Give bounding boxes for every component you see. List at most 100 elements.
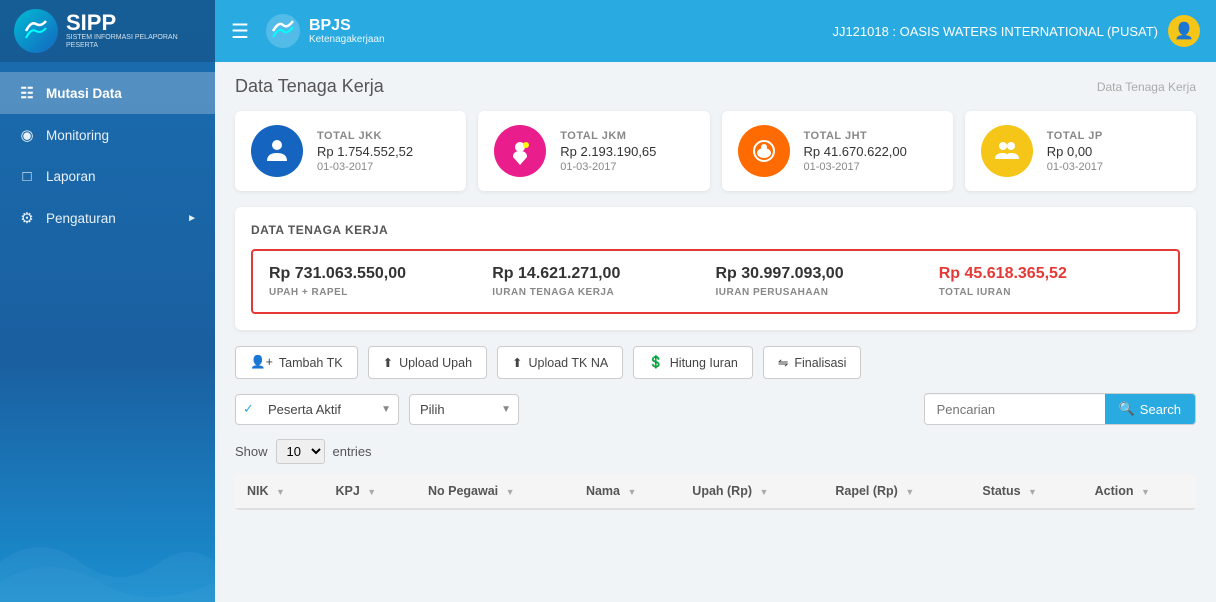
sidebar-item-label-pengaturan: Pengaturan [46, 211, 116, 226]
card-jkm: TOTAL JKM Rp 2.193.190,65 01-03-2017 [478, 111, 709, 191]
chevron-right-icon: ► [187, 213, 197, 224]
entries-select[interactable]: 10 25 50 [276, 439, 325, 464]
jkk-value: Rp 1.754.552,52 [317, 144, 413, 159]
show-entries: Show 10 25 50 entries [235, 439, 1196, 464]
sidebar-decoration [0, 482, 215, 602]
sort-icon-nama[interactable]: ▼ [627, 487, 636, 497]
bpjs-sub-label: Ketenagakerjaan [309, 34, 385, 45]
filter-row: ✓ Peserta Aktif Peserta Non-Aktif ▼ Pili… [235, 393, 1196, 425]
jht-value: Rp 41.670.622,00 [804, 144, 907, 159]
entries-label: entries [333, 444, 372, 459]
pilih-select[interactable]: Pilih Option 1 [409, 394, 519, 425]
dtk-value-upah: Rp 731.063.550,00 [269, 265, 492, 283]
content-area: Data Tenaga Kerja Data Tenaga Kerja TOTA… [215, 62, 1216, 602]
bpjs-main-label: BPJS [309, 17, 385, 35]
mutasi-data-icon: ☷ [18, 84, 36, 102]
sidebar-item-laporan[interactable]: □ Laporan [0, 156, 215, 197]
jkk-info: TOTAL JKK Rp 1.754.552,52 01-03-2017 [317, 130, 413, 173]
jkm-info: TOTAL JKM Rp 2.193.190,65 01-03-2017 [560, 130, 656, 173]
status-select-wrapper: ✓ Peserta Aktif Peserta Non-Aktif ▼ [235, 394, 399, 425]
hamburger-icon[interactable]: ☰ [231, 19, 249, 44]
jkm-icon [494, 125, 546, 177]
avatar[interactable]: 👤 [1168, 15, 1200, 47]
sort-icon-upah[interactable]: ▼ [760, 487, 769, 497]
table-header-row: NIK ▼ KPJ ▼ No Pegawai ▼ Nama [235, 474, 1196, 509]
logo-subtitle: SISTEM INFORMASI PELAPORAN PESERTA [66, 34, 201, 51]
sidebar-item-pengaturan[interactable]: ⚙ Pengaturan ► [0, 197, 215, 239]
show-label: Show [235, 444, 268, 459]
dtk-value-total: Rp 45.618.365,52 [939, 265, 1162, 283]
jkk-icon [251, 125, 303, 177]
sort-icon-action[interactable]: ▼ [1141, 487, 1150, 497]
card-jkk: TOTAL JKK Rp 1.754.552,52 01-03-2017 [235, 111, 466, 191]
status-select[interactable]: Peserta Aktif Peserta Non-Aktif [235, 394, 399, 425]
sort-icon-no-pegawai[interactable]: ▼ [506, 487, 515, 497]
dtk-item-total: Rp 45.618.365,52 TOTAL IURAN [939, 265, 1162, 298]
dtk-item-iuran-tk: Rp 14.621.271,00 IURAN TENAGA KERJA [492, 265, 715, 298]
sidebar-item-monitoring[interactable]: ◉ Monitoring [0, 114, 215, 156]
dtk-label-total: TOTAL IURAN [939, 287, 1162, 298]
finalisasi-button[interactable]: ⇋ Finalisasi [763, 346, 862, 379]
jp-info: TOTAL JP Rp 0,00 01-03-2017 [1047, 130, 1103, 173]
sort-icon-status[interactable]: ▼ [1028, 487, 1037, 497]
col-nama: Nama ▼ [574, 474, 680, 509]
jkk-date: 01-03-2017 [317, 161, 413, 173]
data-table: NIK ▼ KPJ ▼ No Pegawai ▼ Nama [235, 474, 1196, 510]
col-nik: NIK ▼ [235, 474, 323, 509]
jkm-date: 01-03-2017 [560, 161, 656, 173]
finalisasi-icon: ⇋ [778, 355, 788, 370]
sidebar-logo: SIPP SISTEM INFORMASI PELAPORAN PESERTA [0, 0, 215, 62]
dtk-label-iuran-perusahaan: IURAN PERUSAHAAN [716, 287, 939, 298]
sidebar: SIPP SISTEM INFORMASI PELAPORAN PESERTA … [0, 0, 215, 602]
dtk-label-iuran-tk: IURAN TENAGA KERJA [492, 287, 715, 298]
jp-label: TOTAL JP [1047, 130, 1103, 142]
user-info-text: JJ121018 : OASIS WATERS INTERNATIONAL (P… [832, 24, 1158, 39]
jp-icon [981, 125, 1033, 177]
dtk-value-iuran-tk: Rp 14.621.271,00 [492, 265, 715, 283]
dtk-label-upah: UPAH + RAPEL [269, 287, 492, 298]
jht-label: TOTAL JHT [804, 130, 907, 142]
sidebar-item-label-laporan: Laporan [46, 169, 96, 184]
bpjs-logo-icon [265, 13, 301, 49]
search-icon: 🔍 [1119, 401, 1135, 417]
sort-icon-nik[interactable]: ▼ [276, 487, 285, 497]
upload-tk-na-button[interactable]: ⬆ Upload TK NA [497, 346, 623, 379]
page-header: Data Tenaga Kerja Data Tenaga Kerja [235, 76, 1196, 97]
jp-value: Rp 0,00 [1047, 144, 1103, 159]
bpjs-logo: BPJS Ketenagakerjaan [265, 13, 385, 49]
dtk-item-upah: Rp 731.063.550,00 UPAH + RAPEL [269, 265, 492, 298]
avatar-icon: 👤 [1174, 21, 1194, 41]
sort-icon-rapel[interactable]: ▼ [905, 487, 914, 497]
upload-upah-button[interactable]: ⬆ Upload Upah [368, 346, 487, 379]
jht-icon [738, 125, 790, 177]
search-button[interactable]: 🔍 Search [1105, 394, 1195, 424]
sidebar-item-label-monitoring: Monitoring [46, 128, 109, 143]
search-input[interactable] [925, 395, 1105, 424]
dtk-section-title: DATA TENAGA KERJA [251, 223, 1180, 237]
jkm-value: Rp 2.193.190,65 [560, 144, 656, 159]
dtk-item-iuran-perusahaan: Rp 30.997.093,00 IURAN PERUSAHAAN [716, 265, 939, 298]
top-bar-right: JJ121018 : OASIS WATERS INTERNATIONAL (P… [832, 15, 1200, 47]
hitung-iuran-button[interactable]: 💲 Hitung Iuran [633, 346, 753, 379]
logo-title: SIPP [66, 12, 201, 34]
dtk-summary: Rp 731.063.550,00 UPAH + RAPEL Rp 14.621… [251, 249, 1180, 314]
checkmark-icon: ✓ [243, 401, 254, 417]
col-kpj: KPJ ▼ [323, 474, 415, 509]
jkk-label: TOTAL JKK [317, 130, 413, 142]
action-buttons: 👤+ Tambah TK ⬆ Upload Upah ⬆ Upload TK N… [235, 346, 1196, 379]
logo-icon [14, 9, 58, 53]
sort-icon-kpj[interactable]: ▼ [367, 487, 376, 497]
col-rapel: Rapel (Rp) ▼ [823, 474, 970, 509]
top-bar: ☰ BPJS Ketenagakerjaan JJ121018 : OASIS … [215, 0, 1216, 62]
col-upah: Upah (Rp) ▼ [680, 474, 823, 509]
tambah-tk-button[interactable]: 👤+ Tambah TK [235, 346, 358, 379]
sidebar-item-label-mutasi: Mutasi Data [46, 86, 122, 101]
laporan-icon: □ [18, 168, 36, 185]
page-title: Data Tenaga Kerja [235, 76, 384, 97]
monitoring-icon: ◉ [18, 126, 36, 144]
search-box: 🔍 Search [924, 393, 1196, 425]
card-jht: TOTAL JHT Rp 41.670.622,00 01-03-2017 [722, 111, 953, 191]
sidebar-item-mutasi-data[interactable]: ☷ Mutasi Data [0, 72, 215, 114]
pengaturan-icon: ⚙ [18, 209, 36, 227]
jkm-label: TOTAL JKM [560, 130, 656, 142]
